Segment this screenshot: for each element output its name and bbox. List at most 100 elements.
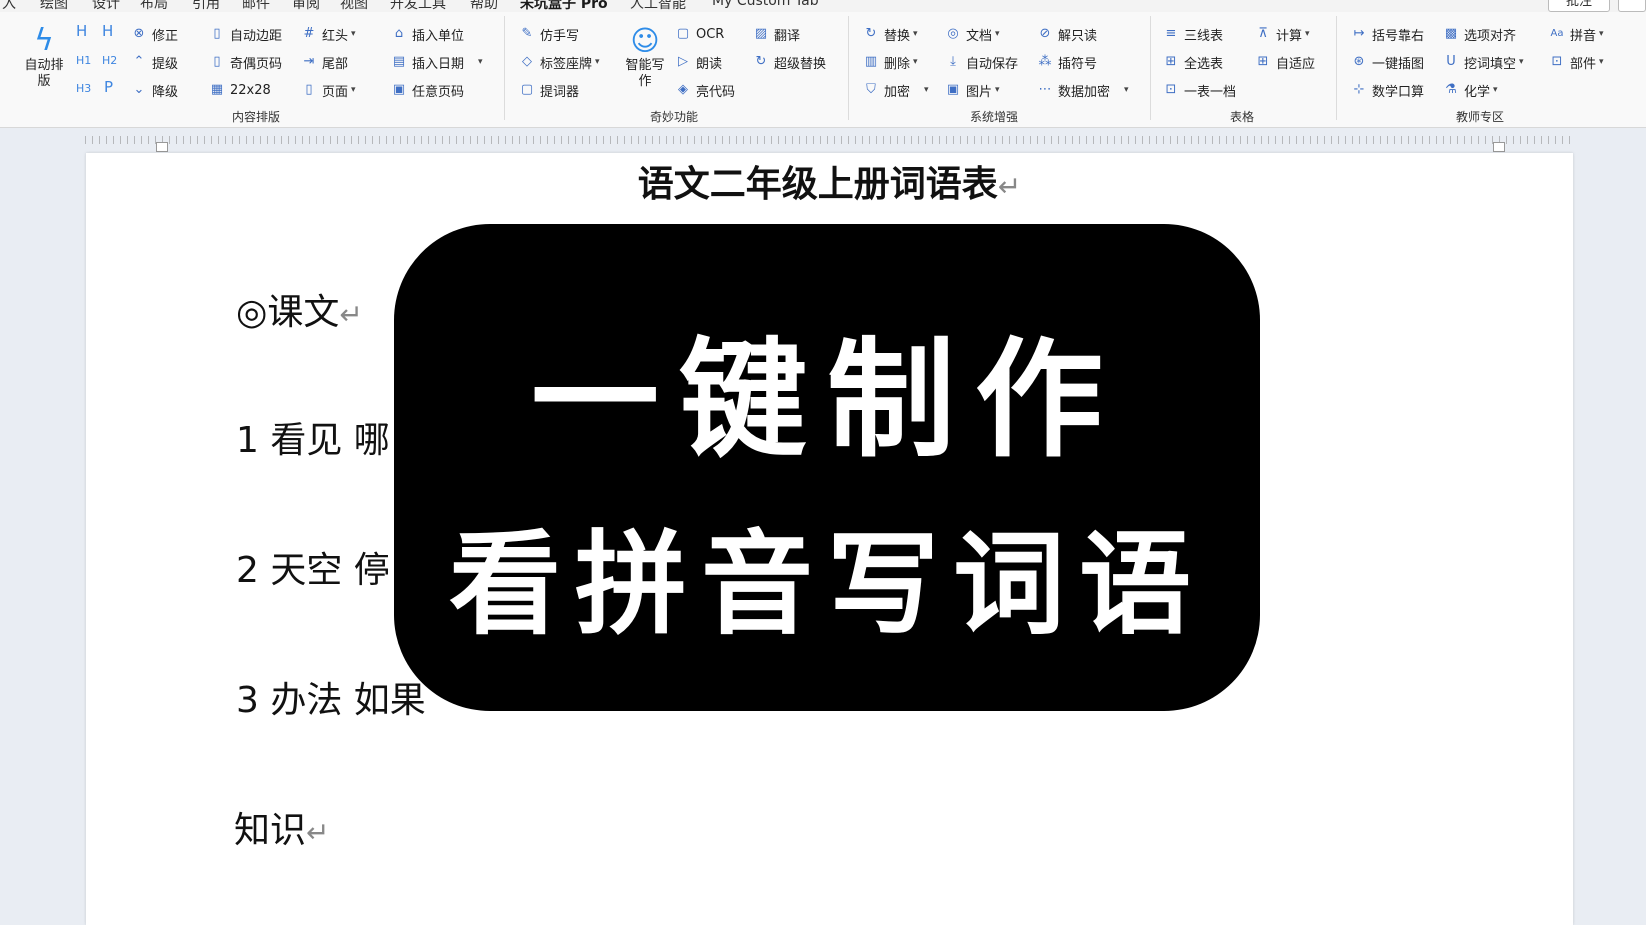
- imitate-handwriting-label: 仿手写: [540, 28, 580, 44]
- hash-icon: #: [303, 26, 315, 41]
- components-button[interactable]: ⊡ 部件 ▾: [1550, 52, 1604, 72]
- insert-date-label: 插入日期: [412, 56, 465, 72]
- mental-math-button[interactable]: ⊹ 数学口算: [1352, 80, 1424, 100]
- footer-tail-button[interactable]: ⇥ 尾部: [302, 52, 348, 72]
- promote-button[interactable]: ⌃ 提级: [132, 52, 178, 72]
- tab-layout[interactable]: 布局: [140, 0, 168, 12]
- comment-button[interactable]: 批注: [1548, 0, 1610, 12]
- tab-design[interactable]: 设计: [92, 0, 120, 12]
- table-icon: ⊡: [1165, 82, 1177, 97]
- page-button[interactable]: ▯ 页面 ▾: [302, 80, 355, 100]
- select-all-tables-button[interactable]: ⊞ 全选表: [1164, 52, 1223, 72]
- eye-off-icon: ⊘: [1039, 26, 1051, 41]
- paragraph-mark-icon: ↵: [339, 298, 363, 331]
- tab-custom[interactable]: My Custom Tab: [712, 0, 819, 9]
- picture-button[interactable]: ▣ 图片 ▾: [946, 80, 1000, 100]
- document-button[interactable]: ◎ 文档 ▾: [946, 24, 1000, 44]
- edit-mode-button[interactable]: [1618, 0, 1646, 12]
- tab-mailings[interactable]: 邮件: [242, 0, 270, 12]
- pinyin-button[interactable]: Aa 拼音 ▾: [1550, 24, 1604, 44]
- heading-h-button-2[interactable]: H: [102, 22, 113, 40]
- heading-h1-button[interactable]: H1: [76, 54, 91, 67]
- text-box-icon: ▢: [520, 82, 534, 97]
- group-label-teacher: 教师专区: [1456, 110, 1505, 124]
- name-tag-button[interactable]: ◇ 标签座牌 ▾: [520, 52, 600, 72]
- pen-icon: ✎: [521, 26, 533, 41]
- auto-save-button[interactable]: ⤓ 自动保存: [946, 52, 1018, 72]
- replace-button[interactable]: ↻ 替换 ▾: [864, 24, 918, 44]
- one-table-one-file-button[interactable]: ⊡ 一表一档: [1164, 80, 1236, 100]
- right-indent-marker[interactable]: [1493, 142, 1505, 152]
- tab-help[interactable]: 帮助: [470, 0, 498, 12]
- paragraph-p-button[interactable]: P: [104, 78, 113, 96]
- cloze-button[interactable]: U 挖词填空 ▾: [1444, 52, 1524, 72]
- tab-review[interactable]: 审阅: [292, 0, 320, 12]
- teleprompter-label: 提词器: [540, 84, 580, 100]
- chevron-down-icon: ▾: [1493, 85, 1498, 95]
- odd-even-page-number-button[interactable]: ▯ 奇偶页码: [210, 52, 282, 72]
- paragraph-mark-icon: ↵: [997, 170, 1022, 203]
- calculate-button[interactable]: ⊼ 计算 ▾: [1256, 24, 1309, 44]
- highlight-code-button[interactable]: ◈ 亮代码: [676, 80, 735, 100]
- bracket-right-button[interactable]: ↦ 括号靠右: [1352, 24, 1424, 44]
- tab-draw[interactable]: 绘图: [40, 0, 68, 12]
- three-line-table-button[interactable]: ≡ 三线表: [1164, 24, 1223, 44]
- encrypt-button[interactable]: ⛉ 加密 ▾: [864, 80, 928, 100]
- chevron-down-icon: ▾: [995, 29, 1000, 39]
- translate-button[interactable]: ▨ 翻译: [754, 24, 800, 44]
- page-label: 页面: [322, 84, 349, 100]
- super-replace-button[interactable]: ↻ 超级替换: [754, 52, 826, 72]
- horizontal-ruler[interactable]: [0, 128, 1646, 152]
- grid-22x28-button[interactable]: ▦ 22x28: [210, 80, 271, 100]
- chevron-down-icon: ▾: [1124, 85, 1129, 95]
- one-click-insert-image-button[interactable]: ⊛ 一键插图: [1352, 52, 1424, 72]
- mental-math-label: 数学口算: [1372, 84, 1425, 100]
- read-aloud-button[interactable]: ▷ 朗读: [676, 52, 722, 72]
- super-replace-label: 超级替换: [774, 56, 827, 72]
- odd-even-page-number-label: 奇偶页码: [230, 56, 283, 72]
- tab-references[interactable]: 引用: [192, 0, 220, 12]
- bracket-right-label: 括号靠右: [1372, 28, 1425, 44]
- autofit-button[interactable]: ⊞ 自适应: [1256, 52, 1315, 72]
- chevron-down-icon: ▾: [995, 85, 1000, 95]
- translate-label: 翻译: [774, 28, 801, 44]
- imitate-handwriting-button[interactable]: ✎ 仿手写: [520, 24, 579, 44]
- insert-unit-label: 插入单位: [412, 28, 465, 44]
- document-icon: ▯: [213, 54, 221, 69]
- heading-h3-button[interactable]: H3: [76, 82, 91, 95]
- flask-icon: ⚗: [1445, 82, 1457, 97]
- smart-write-button[interactable]: ☺ 智能写作: [620, 24, 670, 90]
- tab-insert[interactable]: 入: [2, 0, 16, 12]
- image-icon: ⊛: [1353, 54, 1365, 69]
- insert-unit-button[interactable]: ⌂ 插入单位: [392, 24, 464, 44]
- ocr-label: OCR: [696, 26, 725, 42]
- chemistry-button[interactable]: ⚗ 化学 ▾: [1444, 80, 1498, 100]
- insert-symbol-button[interactable]: ⁂ 插符号: [1038, 52, 1098, 72]
- any-page-number-button[interactable]: ▣ 任意页码: [392, 80, 464, 100]
- chevron-down-icon: ▾: [1519, 57, 1524, 67]
- auto-layout-button[interactable]: ϟ 自动排版: [20, 24, 68, 90]
- data-encrypt-button[interactable]: ⋯ 数据加密 ▾: [1038, 80, 1129, 100]
- lines-icon: ≡: [1165, 26, 1177, 41]
- tab-developer[interactable]: 开发工具: [390, 0, 446, 12]
- heading-h-button-1[interactable]: H: [76, 22, 87, 40]
- auto-margin-button[interactable]: ▯ 自动边距: [210, 24, 282, 44]
- red-header-button[interactable]: # 红头 ▾: [302, 24, 356, 44]
- tab-ai[interactable]: 人工智能: [630, 0, 686, 12]
- left-indent-marker[interactable]: [156, 142, 168, 152]
- knowledge-heading-text: 知识: [234, 810, 307, 851]
- demote-button[interactable]: ⌄ 降级: [132, 80, 178, 100]
- banner-subheadline: 看拼音写词语: [449, 520, 1205, 650]
- tab-weikeng-pro[interactable]: 未坑盒子 Pro: [520, 0, 608, 12]
- heading-h2-button[interactable]: H2: [102, 54, 117, 67]
- unlock-readonly-button[interactable]: ⊘ 解只读: [1038, 24, 1097, 44]
- fix-label: 修正: [152, 28, 179, 44]
- dots-icon: ⋯: [1038, 82, 1052, 97]
- delete-button[interactable]: ▥ 删除 ▾: [864, 52, 918, 72]
- align-options-button[interactable]: ▩ 选项对齐: [1444, 24, 1516, 44]
- insert-date-button[interactable]: ▤ 插入日期 ▾: [392, 52, 483, 72]
- tab-view[interactable]: 视图: [340, 0, 368, 12]
- fix-button[interactable]: ⊗ 修正: [132, 24, 178, 44]
- ocr-button[interactable]: ▢ OCR: [676, 24, 725, 44]
- teleprompter-button[interactable]: ▢ 提词器: [520, 80, 579, 100]
